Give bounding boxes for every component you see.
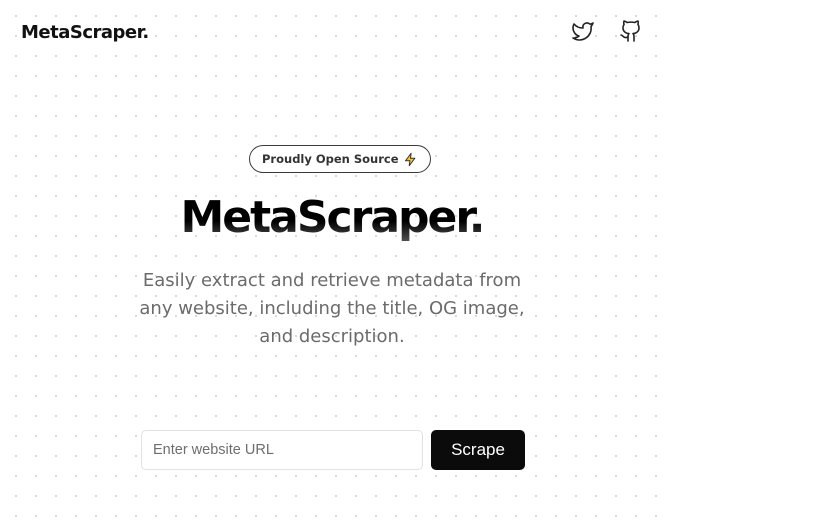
- hero-section: Proudly Open Source MetaScraper. Easily …: [0, 0, 664, 525]
- page: MetaScraper. Proudly Open Source MetaScr…: [0, 0, 819, 525]
- hero-description: Easily extract and retrieve metadata fro…: [139, 270, 525, 347]
- badge-label: Proudly Open Source: [262, 152, 399, 166]
- scrape-form: Scrape: [141, 430, 525, 470]
- open-source-badge[interactable]: Proudly Open Source: [249, 145, 431, 173]
- hero-title: MetaScraper.: [0, 188, 664, 248]
- scrape-button[interactable]: Scrape: [431, 430, 525, 470]
- lightning-icon: [403, 152, 418, 167]
- url-input[interactable]: [141, 430, 423, 470]
